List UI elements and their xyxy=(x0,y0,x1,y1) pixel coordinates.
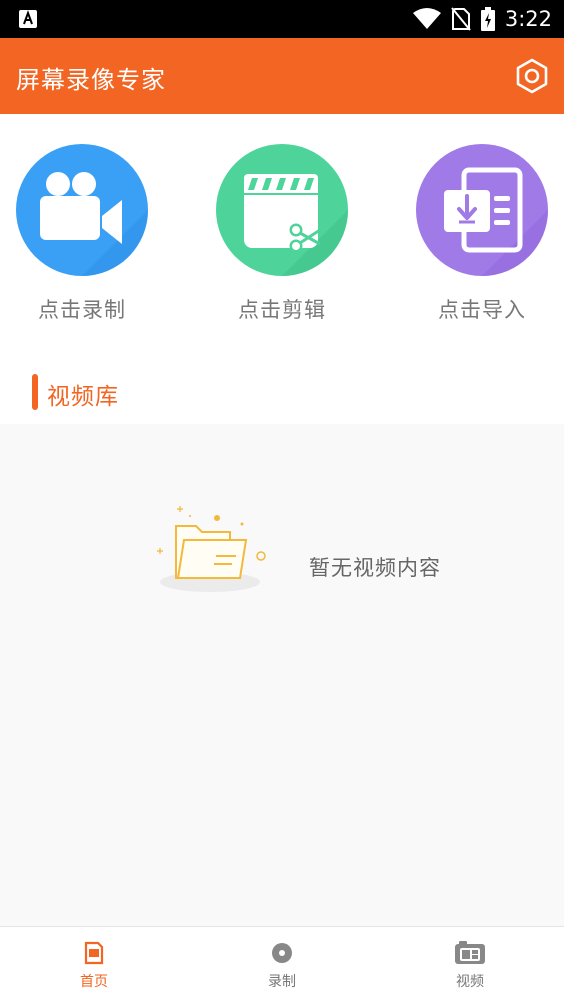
nav-record-label: 录制 xyxy=(268,974,296,990)
nav-record[interactable]: 录制 xyxy=(188,927,376,1002)
wifi-icon xyxy=(412,8,441,29)
edit-action[interactable]: 点击剪辑 xyxy=(202,144,362,344)
import-document-icon xyxy=(444,167,548,276)
notification-a-icon xyxy=(19,10,37,28)
video-library: 暂无视频内容 xyxy=(0,424,564,926)
no-sim-icon xyxy=(451,7,471,31)
nav-video[interactable]: 视频 xyxy=(376,927,564,1002)
section-accent-bar xyxy=(32,374,38,410)
bottom-nav: 首页 录制 视频 xyxy=(0,926,564,1002)
nav-video-label: 视频 xyxy=(456,974,484,990)
home-doc-icon xyxy=(84,941,104,965)
record-action[interactable]: 点击录制 xyxy=(2,144,162,344)
nav-home-label: 首页 xyxy=(80,974,108,990)
record-label: 点击录制 xyxy=(38,298,126,322)
empty-folder-icon xyxy=(157,506,266,592)
status-time: 3:22 xyxy=(504,7,552,31)
record-dot-icon xyxy=(272,943,292,963)
app-title: 屏幕录像专家 xyxy=(16,66,166,94)
import-label: 点击导入 xyxy=(438,298,526,322)
library-header: 视频库 xyxy=(0,362,564,424)
video-camera-icon xyxy=(40,172,148,276)
import-circle[interactable] xyxy=(416,144,548,276)
empty-state-text: 暂无视频内容 xyxy=(309,556,441,580)
quick-actions: 点击录制 点击剪辑 点击导入 xyxy=(0,114,564,344)
clapperboard-scissors-icon xyxy=(244,174,348,276)
import-action[interactable]: 点击导入 xyxy=(402,144,562,344)
status-bar: 3:22 xyxy=(0,0,564,38)
battery-charging-icon xyxy=(480,7,495,31)
settings-hexagon-icon[interactable] xyxy=(514,58,550,94)
nav-home[interactable]: 首页 xyxy=(0,927,188,1002)
edit-label: 点击剪辑 xyxy=(238,298,326,322)
status-icons: 3:22 xyxy=(412,0,552,38)
record-circle[interactable] xyxy=(16,144,148,276)
edit-circle[interactable] xyxy=(216,144,348,276)
library-title: 视频库 xyxy=(47,384,119,410)
app-bar: 屏幕录像专家 xyxy=(0,38,564,114)
video-gallery-icon xyxy=(455,941,485,964)
